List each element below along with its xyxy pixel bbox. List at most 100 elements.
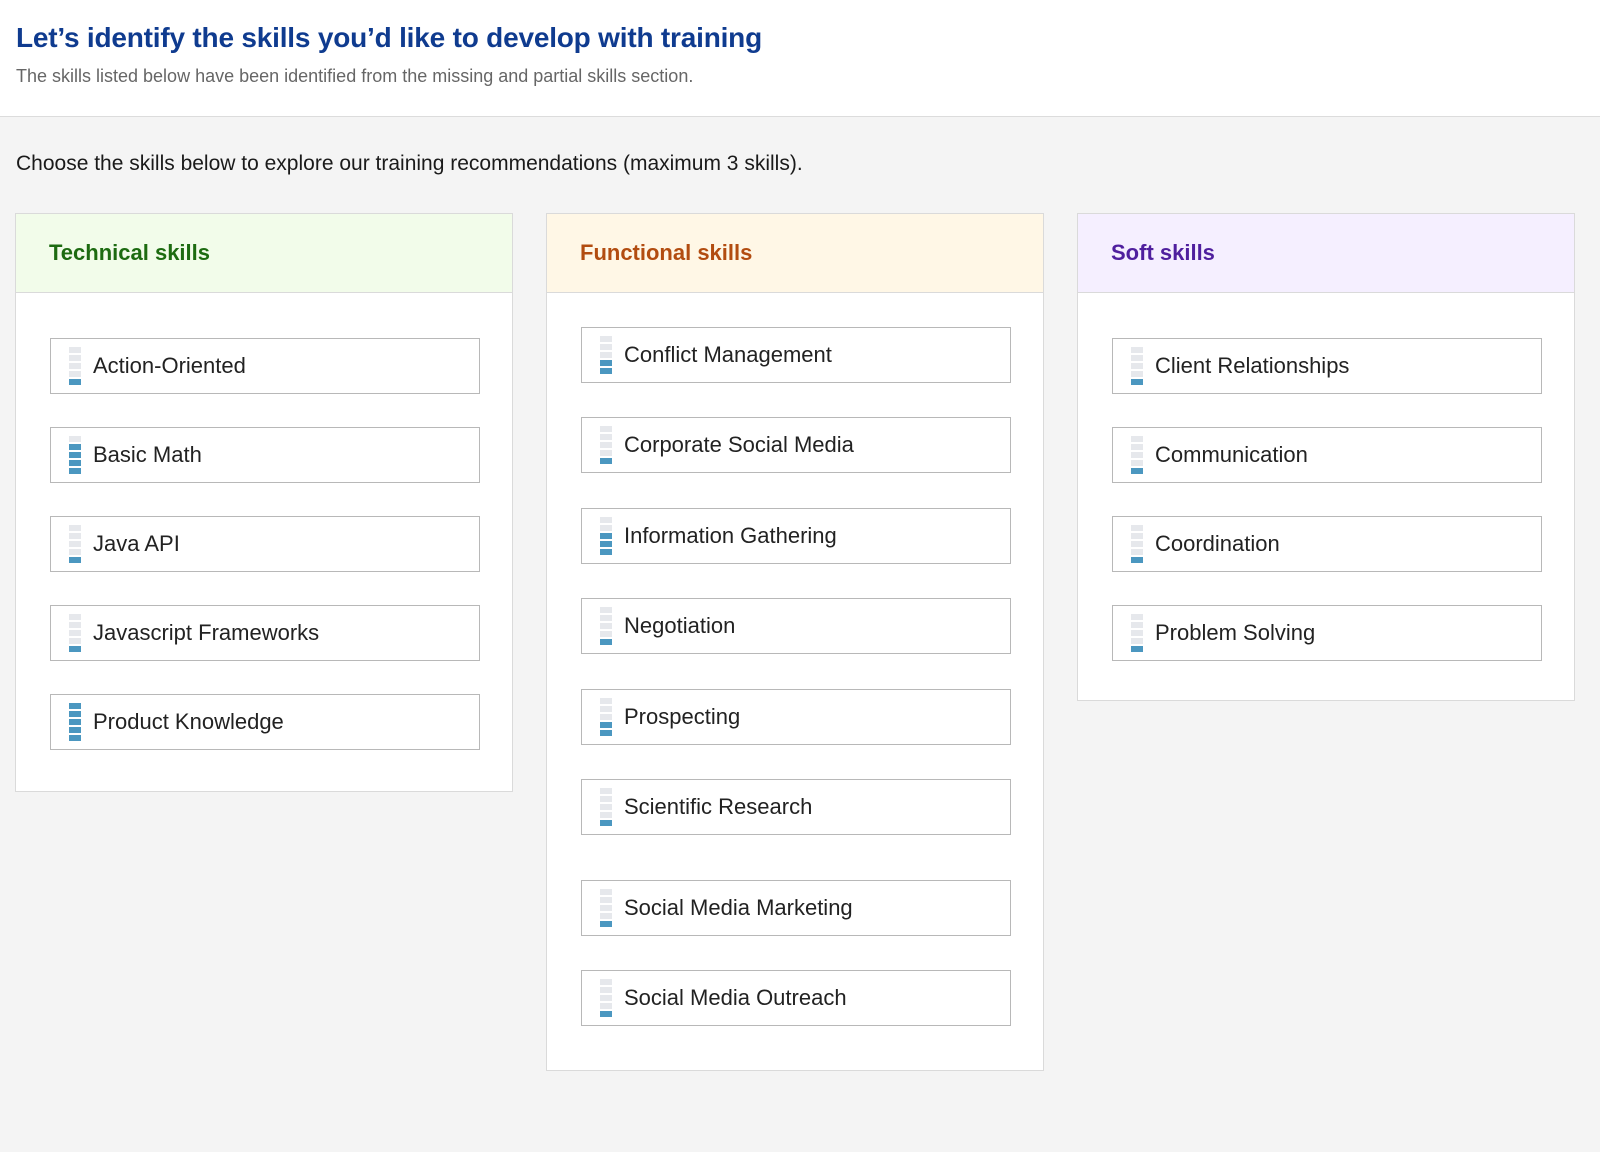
level-segment: [600, 820, 612, 826]
technical-skills-heading: Technical skills: [16, 214, 512, 293]
level-segment: [600, 458, 612, 464]
skill-option[interactable]: Scientific Research: [581, 779, 1011, 835]
level-segment: [69, 703, 81, 709]
level-segment: [600, 623, 612, 629]
level-segment: [1131, 541, 1143, 547]
level-segment: [69, 630, 81, 636]
skill-label: Basic Math: [93, 442, 202, 467]
functional-skills-heading: Functional skills: [547, 214, 1043, 293]
level-segment: [600, 698, 612, 704]
level-segment: [1131, 452, 1143, 458]
level-segment: [600, 979, 612, 985]
skill-level-icon: [600, 979, 612, 1017]
skill-label: Negotiation: [624, 613, 736, 638]
level-segment: [600, 889, 612, 895]
level-segment: [600, 722, 612, 728]
level-segment: [600, 788, 612, 794]
level-segment: [69, 355, 81, 361]
level-segment: [69, 371, 81, 377]
level-segment: [69, 452, 81, 458]
skill-label: Product Knowledge: [93, 709, 284, 734]
skill-label: Conflict Management: [624, 342, 832, 367]
skill-level-icon: [1131, 614, 1143, 652]
level-segment: [600, 615, 612, 621]
skill-level-icon: [69, 347, 81, 385]
skill-label: Action-Oriented: [93, 353, 246, 378]
skill-option[interactable]: Client Relationships: [1112, 338, 1542, 394]
skill-option[interactable]: Information Gathering: [581, 508, 1011, 564]
level-segment: [600, 541, 612, 547]
level-segment: [600, 344, 612, 350]
skill-level-icon: [69, 525, 81, 563]
level-segment: [1131, 614, 1143, 620]
skill-option[interactable]: Negotiation: [581, 598, 1011, 654]
level-segment: [600, 631, 612, 637]
technical-skills-panel: Technical skills Action-Oriented Basic M…: [15, 213, 513, 792]
level-segment: [1131, 355, 1143, 361]
level-segment: [69, 468, 81, 474]
level-segment: [600, 336, 612, 342]
level-segment: [600, 426, 612, 432]
level-segment: [600, 450, 612, 456]
skill-label: Corporate Social Media: [624, 432, 854, 457]
level-segment: [69, 719, 81, 725]
skill-option[interactable]: Conflict Management: [581, 327, 1011, 383]
page-title: Let’s identify the skills you’d like to …: [16, 22, 762, 53]
skill-level-icon: [69, 614, 81, 652]
skill-label: Problem Solving: [1155, 620, 1316, 645]
level-segment: [69, 711, 81, 717]
skill-option[interactable]: Communication: [1112, 427, 1542, 483]
level-segment: [600, 517, 612, 523]
skill-level-icon: [1131, 436, 1143, 474]
level-segment: [1131, 468, 1143, 474]
level-segment: [69, 541, 81, 547]
level-segment: [69, 379, 81, 385]
level-segment: [69, 363, 81, 369]
skill-option[interactable]: Basic Math: [50, 427, 480, 483]
skill-option[interactable]: Javascript Frameworks: [50, 605, 480, 661]
skill-label: Information Gathering: [624, 523, 837, 548]
skill-option[interactable]: Prospecting: [581, 689, 1011, 745]
level-segment: [600, 352, 612, 358]
skill-label: Client Relationships: [1155, 353, 1350, 378]
level-segment: [69, 646, 81, 652]
level-segment: [600, 796, 612, 802]
skill-label: Communication: [1155, 442, 1308, 467]
skill-option[interactable]: Product Knowledge: [50, 694, 480, 750]
level-segment: [69, 525, 81, 531]
skill-option[interactable]: Action-Oriented: [50, 338, 480, 394]
level-segment: [600, 549, 612, 555]
skill-level-icon: [600, 607, 612, 645]
level-segment: [1131, 549, 1143, 555]
level-segment: [1131, 525, 1143, 531]
skill-option[interactable]: Social Media Outreach: [581, 970, 1011, 1026]
level-segment: [600, 1011, 612, 1017]
soft-skills-panel: Soft skills Client Relationships Communi…: [1077, 213, 1575, 701]
level-segment: [69, 533, 81, 539]
level-segment: [600, 921, 612, 927]
level-segment: [600, 368, 612, 374]
level-segment: [69, 444, 81, 450]
level-segment: [600, 360, 612, 366]
page-subtitle: The skills listed below have been identi…: [16, 66, 694, 86]
skill-level-icon: [69, 703, 81, 741]
skill-option[interactable]: Coordination: [1112, 516, 1542, 572]
skill-option[interactable]: Problem Solving: [1112, 605, 1542, 661]
level-segment: [600, 897, 612, 903]
level-segment: [600, 730, 612, 736]
level-segment: [69, 347, 81, 353]
skill-option[interactable]: Social Media Marketing: [581, 880, 1011, 936]
level-segment: [1131, 638, 1143, 644]
skill-option[interactable]: Corporate Social Media: [581, 417, 1011, 473]
skill-level-icon: [600, 517, 612, 555]
level-segment: [600, 905, 612, 911]
level-segment: [1131, 630, 1143, 636]
level-segment: [600, 1003, 612, 1009]
skill-label: Javascript Frameworks: [93, 620, 320, 645]
level-segment: [1131, 379, 1143, 385]
level-segment: [1131, 557, 1143, 563]
level-segment: [600, 812, 612, 818]
skill-option[interactable]: Java API: [50, 516, 480, 572]
level-segment: [600, 442, 612, 448]
skill-level-icon: [600, 698, 612, 736]
